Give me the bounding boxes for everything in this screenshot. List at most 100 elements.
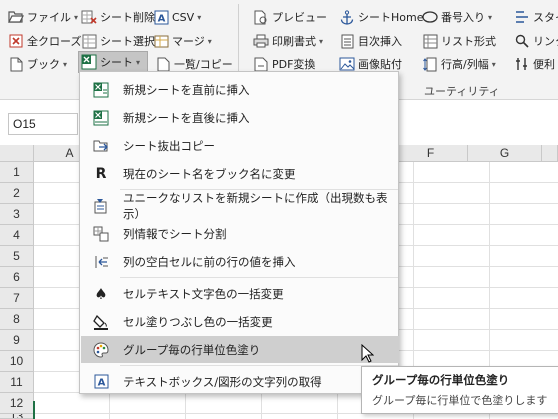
- sheet-home-button[interactable]: シートHome: [339, 7, 423, 27]
- tools-icon: [514, 56, 530, 72]
- sheet-menu-button[interactable]: シート ▾: [78, 51, 148, 73]
- row-header-12[interactable]: 12: [0, 393, 34, 414]
- menu-item-unique-list[interactable]: ユニークなリストを新規シートに作成（出現数も表示）: [81, 190, 399, 221]
- row-header-6[interactable]: 6: [0, 267, 34, 288]
- row-col-size-button[interactable]: 行高/列幅 ▾: [422, 54, 496, 74]
- menu-item-split-by-column[interactable]: 列情報でシート分割: [81, 220, 399, 247]
- row-header-8[interactable]: 8: [0, 309, 34, 330]
- delete-sheet-button[interactable]: シート削除: [81, 7, 155, 27]
- menu-item-rename-to-book[interactable]: R 現在のシート名をブック名に変更: [81, 160, 399, 187]
- paint-bucket-icon: [93, 314, 109, 330]
- row-header-9[interactable]: 9: [0, 330, 34, 351]
- fill-down-icon: [93, 254, 109, 270]
- menu-item-fill-color[interactable]: セル塗りつぶし色の一括変更: [81, 308, 399, 335]
- ellipse-icon: [422, 9, 438, 25]
- row-header-1[interactable]: 1: [0, 162, 34, 183]
- csv-icon: A: [153, 9, 169, 25]
- chevron-down-icon: ▾: [488, 12, 493, 22]
- select-all-corner[interactable]: [0, 145, 34, 162]
- rename-r-icon: R: [95, 165, 107, 182]
- row-col-size-label: 行高/列幅: [441, 58, 489, 71]
- list-format-button[interactable]: リスト形式: [422, 31, 496, 51]
- column-header-f[interactable]: F: [394, 145, 468, 162]
- book-button[interactable]: ブック ▾: [8, 54, 67, 74]
- row-header-3[interactable]: 3: [0, 204, 34, 225]
- menu-item-label: ユニークなリストを新規シートに作成（出現数も表示）: [123, 190, 388, 221]
- column-header-h[interactable]: [542, 145, 558, 162]
- list-format-label: リスト形式: [441, 35, 496, 48]
- extract-copy-icon: [93, 138, 109, 154]
- merge-label: マージ: [172, 35, 205, 48]
- chevron-down-icon: ▾: [319, 36, 324, 46]
- link-button[interactable]: リンク: [514, 31, 558, 51]
- select-sheet-label: シート選択: [100, 35, 155, 48]
- menu-separator: [120, 277, 398, 278]
- delete-sheet-icon: [81, 9, 97, 25]
- menu-item-insert-sheet-before[interactable]: 新規シートを直前に挿入: [81, 76, 399, 103]
- chevron-down-icon: ▾: [136, 57, 141, 67]
- numbered-label: 番号入り: [441, 11, 485, 24]
- row-header-13[interactable]: 13: [0, 414, 34, 419]
- row-header-7[interactable]: 7: [0, 288, 34, 309]
- menu-item-group-row-color[interactable]: グループ毎の行単位色塗り: [81, 336, 399, 363]
- row-header-2[interactable]: 2: [0, 183, 34, 204]
- print-format-button[interactable]: 印刷書式 ▾: [253, 31, 323, 51]
- menu-item-label: 現在のシート名をブック名に変更: [123, 166, 296, 181]
- printer-icon: [253, 33, 269, 49]
- style-label: スタイル: [533, 11, 558, 24]
- row-header-11[interactable]: 11: [0, 372, 34, 393]
- menu-item-label: 列の空白セルに前の行の値を挿入: [123, 254, 296, 269]
- list-copy-label: 一覧/コピー: [174, 58, 233, 71]
- menu-item-label: 新規シートを直後に挿入: [123, 110, 250, 125]
- select-sheet-icon: [81, 33, 97, 49]
- convenience-button[interactable]: 便利: [514, 54, 555, 74]
- link-label: リンク: [533, 35, 558, 48]
- chevron-down-icon: ▾: [197, 12, 202, 22]
- merge-button[interactable]: マージ ▾: [153, 31, 212, 51]
- pdf-convert-label: PDF変換: [272, 58, 316, 71]
- menu-item-label: セルテキスト文字色の一括変更: [123, 286, 284, 301]
- chevron-down-icon: ▾: [63, 59, 68, 69]
- file-label: ファイル: [27, 11, 71, 24]
- magnifier-icon: [514, 33, 530, 49]
- csv-label: CSV: [172, 10, 195, 24]
- close-all-button[interactable]: 全クローズ: [8, 31, 81, 51]
- active-cell-indicator: [33, 401, 35, 419]
- toc-insert-button[interactable]: 目次挿入: [339, 31, 402, 51]
- image-icon: [339, 56, 355, 72]
- list-format-icon: [422, 33, 438, 49]
- excel-sheet-icon: [81, 54, 97, 70]
- close-all-label: 全クローズ: [27, 35, 82, 48]
- svg-text:A: A: [157, 13, 165, 24]
- numbered-button[interactable]: 番号入り ▾: [422, 7, 492, 27]
- name-box[interactable]: O15: [8, 113, 78, 135]
- tooltip-description: グループ毎に行単位で色塗りします: [372, 394, 548, 407]
- tooltip: グループ毎の行単位色塗り グループ毎に行単位で色塗りします: [361, 366, 558, 414]
- row-header-4[interactable]: 4: [0, 225, 34, 246]
- menu-item-text-color[interactable]: ♠ セルテキスト文字色の一括変更: [81, 280, 399, 307]
- menu-item-label: グループ毎の行単位色塗り: [123, 342, 261, 357]
- close-all-icon: [8, 33, 24, 49]
- select-sheet-button[interactable]: シート選択: [81, 31, 155, 51]
- menu-item-extract-copy[interactable]: シート抜出コピー: [81, 132, 399, 159]
- split-sheet-icon: [93, 226, 109, 242]
- menu-item-get-shape-text[interactable]: A テキストボックス/図形の文字列の取得: [81, 368, 399, 395]
- mouse-cursor-icon: [361, 343, 375, 367]
- preview-icon: [253, 9, 269, 25]
- style-button[interactable]: スタイル: [514, 7, 558, 27]
- menu-item-label: シート抜出コピー: [123, 138, 215, 153]
- group-label: ユーティリティ: [424, 85, 500, 98]
- menu-item-insert-sheet-after[interactable]: 新規シートを直後に挿入: [81, 104, 399, 131]
- pdf-icon: [253, 56, 269, 72]
- menu-separator: [120, 365, 398, 366]
- sheet-dropdown-menu: 新規シートを直前に挿入 新規シートを直後に挿入 シート抜出コピー R 現在のシー…: [79, 71, 399, 394]
- row-header-10[interactable]: 10: [0, 351, 34, 372]
- preview-button[interactable]: プレビュー: [253, 7, 327, 27]
- menu-item-fill-blank-cells[interactable]: 列の空白セルに前の行の値を挿入: [81, 248, 399, 275]
- row-header-5[interactable]: 5: [0, 246, 34, 267]
- csv-button[interactable]: A CSV ▾: [153, 7, 201, 27]
- column-header-g[interactable]: G: [468, 145, 542, 162]
- print-format-label: 印刷書式: [272, 35, 316, 48]
- insert-sheet-before-icon: [93, 82, 109, 98]
- file-button[interactable]: ファイル ▾: [8, 7, 78, 27]
